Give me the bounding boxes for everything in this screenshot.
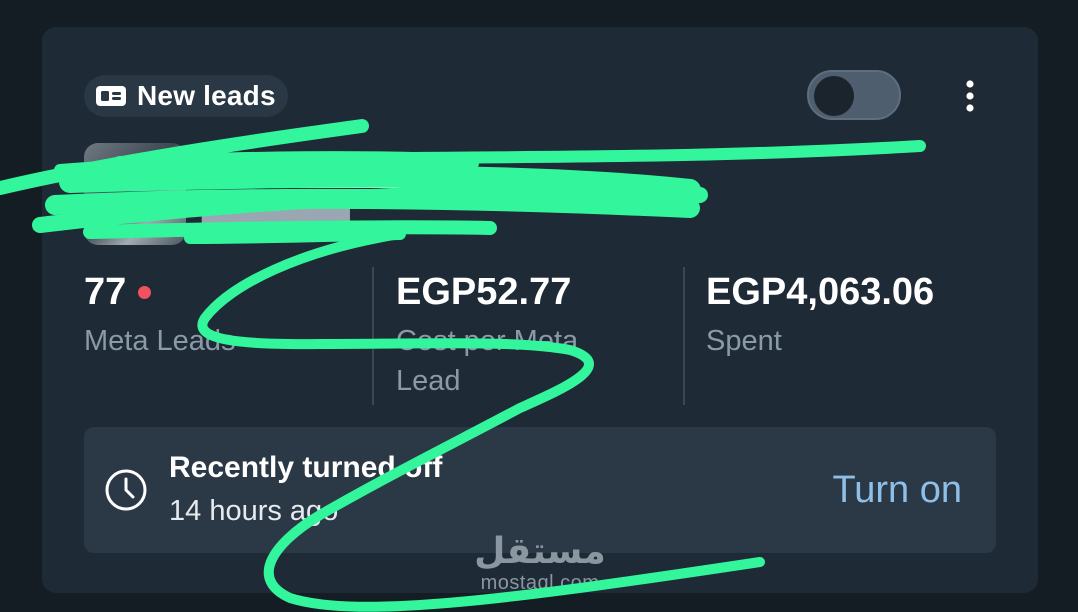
new-indicator-dot <box>138 285 152 299</box>
toggle-knob <box>814 76 854 116</box>
watermark-latin: mostaql.com <box>480 572 600 594</box>
metric-label: Meta Leads <box>84 325 236 357</box>
lead-card-icon <box>95 84 127 108</box>
metric-spent: EGP4,063.06 Spent <box>706 267 934 361</box>
ad-row[interactable]: ▇▇▇▇▇▇▇▇▇▇▇▇▇ ▇▇▇▇▇▇▇▇ <box>84 143 704 247</box>
turn-on-button[interactable]: Turn on <box>832 469 962 512</box>
campaign-card: New leads ▇▇▇▇▇▇▇▇▇▇▇▇▇ ▇▇▇▇▇▇▇▇ 77 Meta… <box>42 27 1038 593</box>
clock-icon <box>105 469 147 511</box>
metric-meta-leads: 77 Meta Leads <box>84 267 236 361</box>
status-title: Recently turned off <box>169 451 443 484</box>
watermark: مستقل mostaql.com <box>472 531 608 595</box>
more-options-button[interactable] <box>954 77 986 117</box>
ad-name: ▇▇▇▇▇▇▇▇▇▇▇▇▇ <box>202 157 462 187</box>
ad-thumbnail <box>84 143 186 245</box>
metric-label: Spent <box>706 325 782 357</box>
screen: New leads ▇▇▇▇▇▇▇▇▇▇▇▇▇ ▇▇▇▇▇▇▇▇ 77 Meta… <box>0 0 1078 612</box>
metric-divider <box>683 267 685 405</box>
watermark-arabic: مستقل <box>474 531 606 572</box>
metric-label: Cost per Meta Lead <box>396 325 579 397</box>
campaign-toggle[interactable] <box>807 70 901 120</box>
metric-cost-per-lead: EGP52.77 Cost per Meta Lead <box>396 267 636 401</box>
ad-subtitle: ▇▇▇▇▇▇▇▇ <box>202 200 350 227</box>
metric-value: EGP52.77 <box>396 270 572 313</box>
metric-divider <box>372 267 374 405</box>
objective-chip: New leads <box>84 75 288 117</box>
metric-value: EGP4,063.06 <box>706 270 935 313</box>
status-time: 14 hours ago <box>169 495 339 527</box>
metrics-row: 77 Meta Leads EGP52.77 Cost per Meta Lea… <box>84 267 1014 407</box>
objective-label: New leads <box>137 80 276 111</box>
more-vertical-icon <box>966 80 974 112</box>
metric-value: 77 <box>84 270 127 313</box>
